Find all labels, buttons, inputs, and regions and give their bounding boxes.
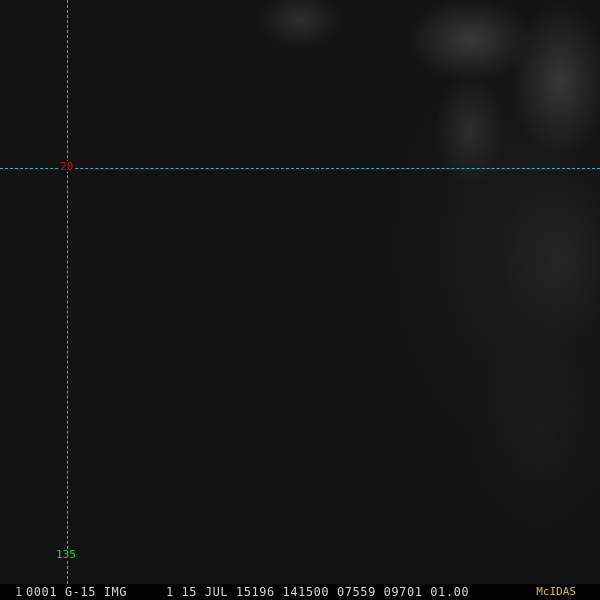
latitude-label: 20 <box>59 160 75 173</box>
image-info-bar: 1 0001 G-15 IMG 1 15 JUL 15196 141500 07… <box>0 584 600 600</box>
longitude-grid-line <box>67 0 68 584</box>
satellite-viewer: 20 135 1 0001 G-15 IMG 1 15 JUL 15196 14… <box>0 0 600 600</box>
longitude-label: 135 <box>55 548 77 561</box>
latitude-grid-line <box>0 168 600 169</box>
image-metadata-text: 0001 G-15 IMG 1 15 JUL 15196 141500 0755… <box>26 585 470 599</box>
frame-number: 1 <box>15 585 23 599</box>
mcidas-brand-label: McIDAS <box>536 585 576 598</box>
satellite-image <box>0 0 600 584</box>
